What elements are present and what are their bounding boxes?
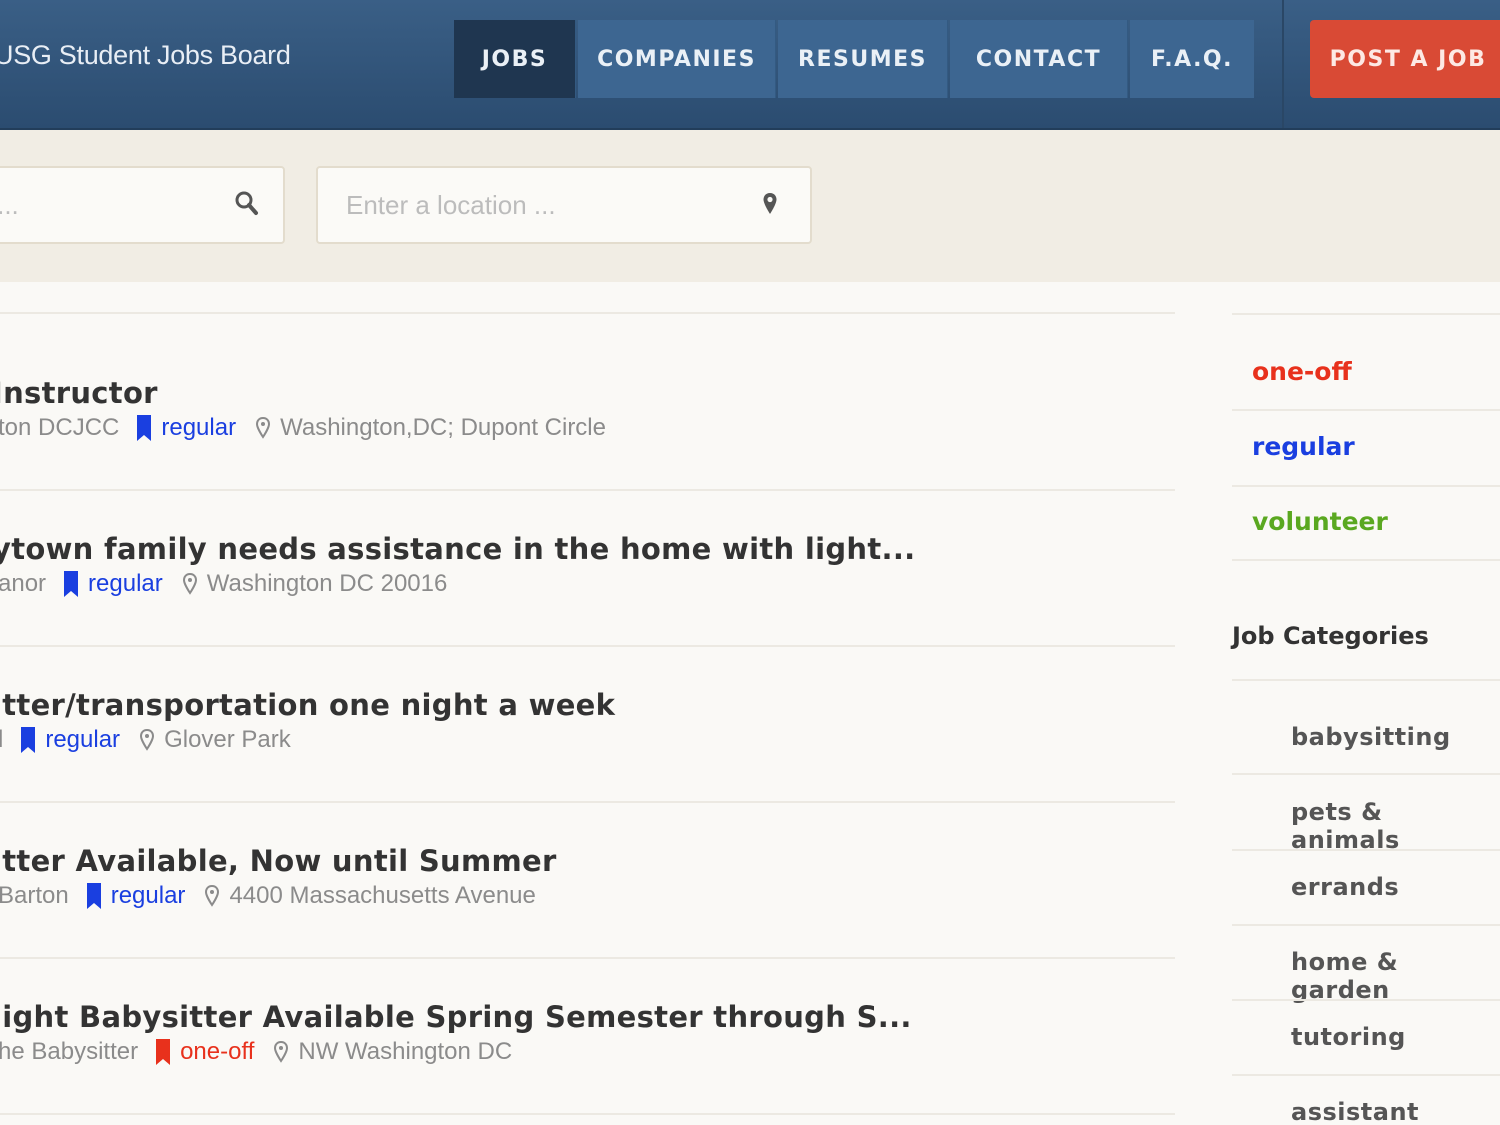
job-title[interactable]: itter/transportation one night a week <box>0 688 615 722</box>
bookmark-icon <box>64 571 79 597</box>
job-location: Washington DC 20016 <box>182 570 448 598</box>
location-pin-icon <box>205 885 220 907</box>
job-location-label: Washington,DC; Dupont Circle <box>280 414 606 441</box>
divider <box>1232 999 1500 1001</box>
divider <box>0 645 1175 647</box>
divider <box>1232 773 1500 775</box>
divider <box>0 801 1175 803</box>
divider <box>0 1113 1175 1115</box>
location-pin-icon <box>256 417 271 439</box>
location-field <box>316 166 812 244</box>
nav-divider <box>1282 0 1284 128</box>
bookmark-icon <box>21 727 36 753</box>
job-type[interactable]: one-off <box>156 1038 254 1066</box>
job-type-label: regular <box>110 882 186 909</box>
job-meta: he Babysitter one-off NW Washington DC <box>0 1038 512 1066</box>
job-type[interactable]: regular <box>64 570 163 598</box>
job-type-one-off[interactable]: one-off <box>1252 357 1352 386</box>
job-type-label: regular <box>45 726 121 753</box>
keyword-input[interactable] <box>0 168 222 242</box>
job-location-label: Glover Park <box>164 726 291 753</box>
divider <box>1232 409 1500 411</box>
job-type-label: one-off <box>180 1038 255 1065</box>
category-assistant[interactable]: assistant <box>1291 1098 1419 1125</box>
nav-resumes[interactable]: RESUMES <box>778 20 948 98</box>
location-input[interactable] <box>346 168 726 242</box>
job-meta: l regular Glover Park <box>0 726 291 754</box>
bookmark-icon <box>156 1039 171 1065</box>
search-bar <box>0 130 1500 282</box>
job-location-label: Washington DC 20016 <box>206 570 448 597</box>
category-babysitting[interactable]: babysitting <box>1291 723 1451 751</box>
divider <box>1232 679 1500 681</box>
bookmark-icon <box>137 415 152 441</box>
job-location: Washington,DC; Dupont Circle <box>256 414 606 442</box>
nav-contact[interactable]: CONTACT <box>950 20 1128 98</box>
nav-faq[interactable]: F.A.Q. <box>1130 20 1254 98</box>
job-company: Barton <box>0 882 69 909</box>
job-location-label: NW Washington DC <box>298 1038 513 1065</box>
site-title[interactable]: USG Student Jobs Board <box>0 40 291 71</box>
job-type-regular[interactable]: regular <box>1252 432 1355 461</box>
job-type[interactable]: regular <box>86 882 186 910</box>
location-pin-icon[interactable] <box>762 192 778 220</box>
bookmark-icon <box>86 883 101 909</box>
site-header: USG Student Jobs Board JOBS COMPANIES RE… <box>0 0 1500 130</box>
job-location: Glover Park <box>140 726 291 754</box>
category-tutoring[interactable]: tutoring <box>1291 1023 1406 1051</box>
location-pin-icon <box>182 573 197 595</box>
job-company: l <box>0 726 4 753</box>
location-pin-icon <box>274 1041 289 1063</box>
job-company: ton DCJCC <box>0 414 120 441</box>
job-title[interactable]: ytown family needs assistance in the hom… <box>0 532 915 566</box>
category-home-garden[interactable]: home & garden <box>1291 948 1500 1004</box>
nav-jobs[interactable]: JOBS <box>454 20 576 98</box>
divider <box>0 957 1175 959</box>
job-company: he Babysitter <box>0 1038 139 1065</box>
divider <box>1232 485 1500 487</box>
post-job-button[interactable]: POST A JOB <box>1310 20 1500 98</box>
job-type-label: regular <box>161 414 237 441</box>
job-type[interactable]: regular <box>137 414 236 442</box>
divider <box>0 489 1175 491</box>
search-icon[interactable] <box>234 190 260 222</box>
divider <box>1232 559 1500 561</box>
job-location: 4400 Massachusetts Avenue <box>205 882 536 910</box>
job-meta: anor regular Washington DC 20016 <box>0 570 447 598</box>
divider <box>1232 849 1500 851</box>
job-type-volunteer[interactable]: volunteer <box>1252 507 1388 536</box>
job-title[interactable]: light Babysitter Available Spring Semest… <box>0 1000 912 1034</box>
job-company: anor <box>0 570 47 597</box>
divider <box>0 312 1175 314</box>
job-location: NW Washington DC <box>274 1038 512 1066</box>
job-categories-heading: Job Categories <box>1232 622 1429 650</box>
keyword-field <box>0 166 285 244</box>
job-meta: ton DCJCC regular Washington,DC; Dupont … <box>0 414 606 442</box>
category-pets-animals[interactable]: pets & animals <box>1291 798 1500 854</box>
job-meta: Barton regular 4400 Massachusetts Avenue <box>0 882 536 910</box>
job-type-label: regular <box>88 570 163 597</box>
nav-companies[interactable]: COMPANIES <box>578 20 776 98</box>
divider <box>1232 924 1500 926</box>
divider <box>1232 1074 1500 1076</box>
job-location-label: 4400 Massachusetts Avenue <box>229 882 536 909</box>
location-pin-icon <box>140 729 155 751</box>
job-type[interactable]: regular <box>21 726 120 754</box>
divider <box>1232 313 1500 315</box>
category-errands[interactable]: errands <box>1291 873 1399 901</box>
job-title[interactable]: itter Available, Now until Summer <box>0 844 557 878</box>
job-title[interactable]: Instructor <box>0 376 158 410</box>
